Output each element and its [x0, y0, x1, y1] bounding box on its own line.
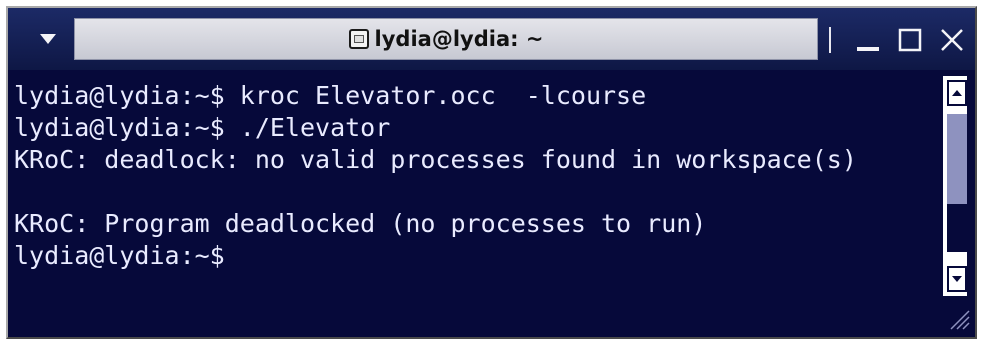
title-bar[interactable]: lydia@lydia: ~ — [8, 8, 975, 70]
terminal-output[interactable]: lydia@lydia:~$ kroc Elevator.occ -lcours… — [8, 70, 939, 337]
resize-grip-icon[interactable] — [943, 303, 971, 331]
vertical-scrollbar[interactable] — [939, 70, 975, 337]
window-title: lydia@lydia: ~ — [374, 27, 544, 51]
chevron-down-icon — [40, 34, 56, 44]
minimize-button[interactable] — [853, 25, 883, 55]
terminal-window: lydia@lydia: ~ lydia@lydia:~$ kroc Eleva… — [6, 6, 977, 339]
scroll-track[interactable] — [943, 76, 967, 296]
title-separator — [829, 27, 831, 53]
terminal-line: lydia@lydia:~$ ./Elevator — [14, 113, 391, 142]
terminal-line: KRoC: deadlock: no valid processes found… — [14, 145, 857, 174]
terminal-line: lydia@lydia:~$ kroc Elevator.occ -lcours… — [14, 81, 647, 110]
terminal-prompt: lydia@lydia:~$ — [14, 241, 225, 270]
terminal-line: KRoC: Program deadlocked (no processes t… — [14, 209, 707, 238]
scroll-thumb[interactable] — [947, 114, 967, 204]
scroll-up-button[interactable] — [947, 80, 967, 106]
window-menu-button[interactable] — [22, 22, 74, 56]
window-title-field: lydia@lydia: ~ — [74, 18, 818, 60]
maximize-icon — [898, 28, 922, 52]
close-icon — [941, 29, 963, 51]
terminal-window-icon — [348, 29, 369, 49]
scroll-down-button[interactable] — [947, 266, 967, 292]
arrow-down-icon — [952, 276, 962, 282]
arrow-up-icon — [952, 90, 962, 96]
window-controls — [829, 20, 967, 60]
minimize-icon — [857, 47, 879, 51]
scroll-track-lower[interactable] — [947, 204, 967, 252]
close-button[interactable] — [937, 25, 967, 55]
maximize-button[interactable] — [895, 25, 925, 55]
